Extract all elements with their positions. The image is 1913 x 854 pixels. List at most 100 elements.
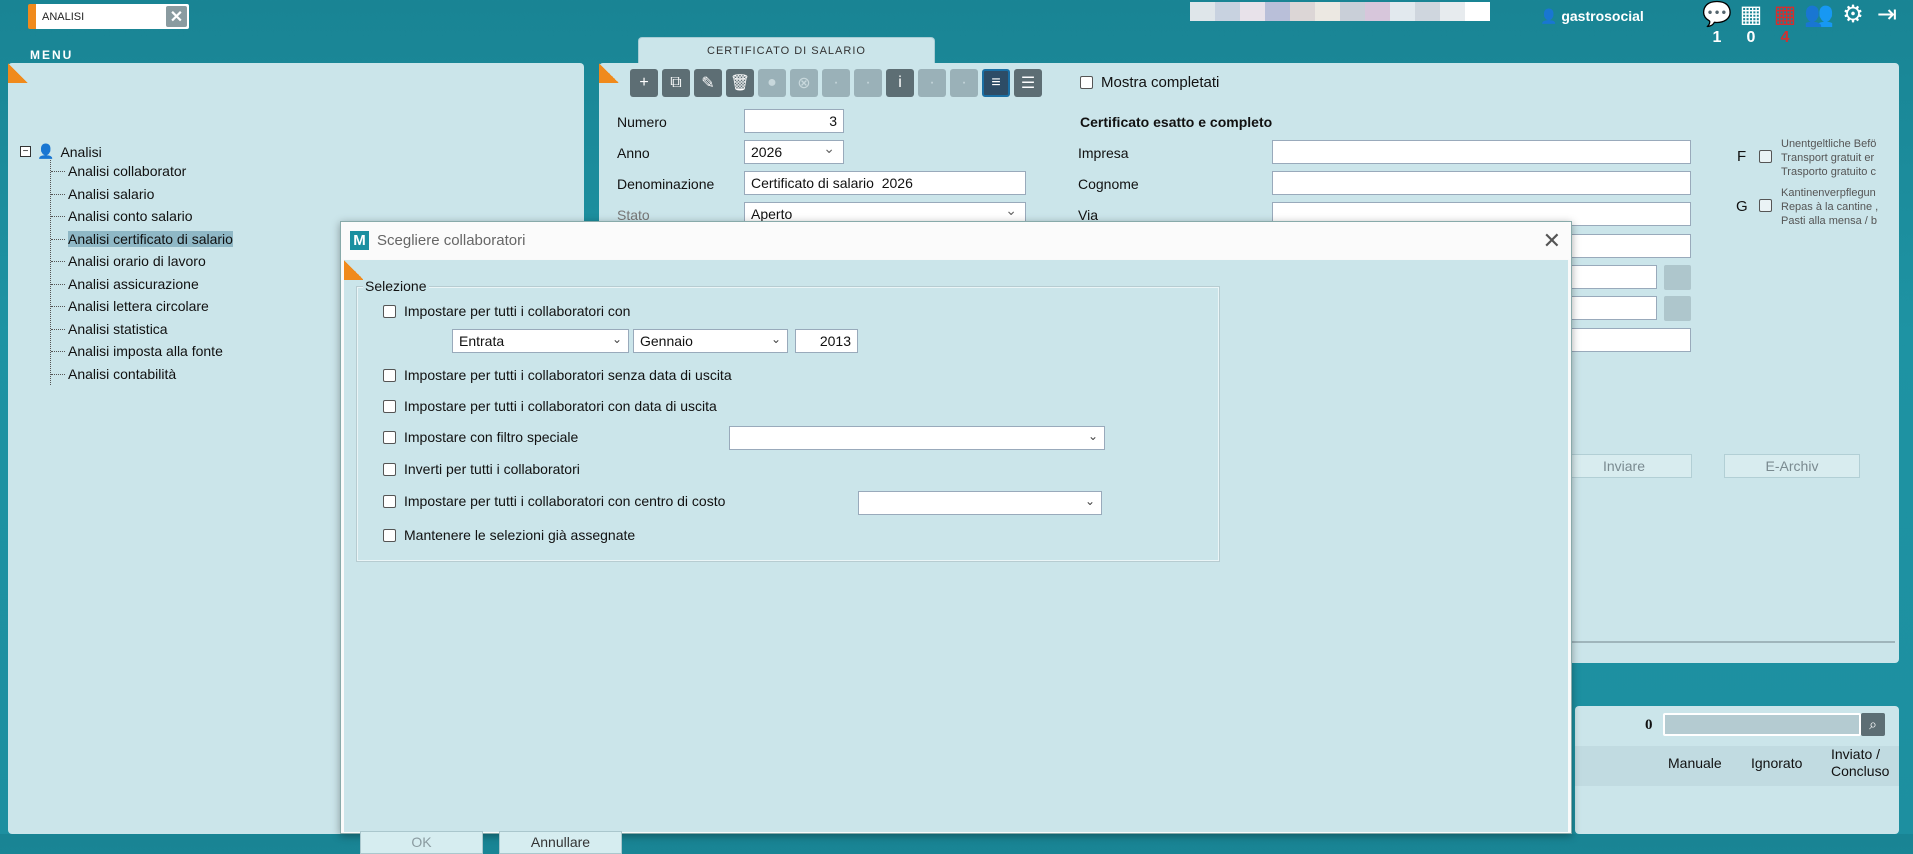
- option-all-with-checkbox[interactable]: [383, 304, 396, 318]
- f-checkbox[interactable]: [1759, 150, 1772, 163]
- tree-item-label: Analisi imposta alla fonte: [68, 343, 223, 359]
- group-icon: 👥: [1804, 1, 1834, 28]
- g-checkbox[interactable]: [1759, 199, 1772, 212]
- calendar-count: 0: [1746, 29, 1756, 46]
- close-icon[interactable]: ✕: [166, 6, 187, 27]
- panel-corner-marker: [599, 63, 619, 83]
- module-search-tab[interactable]: ANALISI ✕: [28, 4, 189, 29]
- tab-certificato[interactable]: CERTIFICATO DI SALARIO: [638, 37, 935, 63]
- tree-root-label: Analisi: [60, 143, 102, 160]
- check-icon[interactable]: ●: [758, 69, 786, 97]
- delete-icon[interactable]: 🗑: [726, 69, 754, 97]
- option-special-filter[interactable]: Impostare con filtro speciale: [383, 429, 578, 445]
- tree-root[interactable]: − 👤 Analisi: [20, 143, 233, 160]
- earchiv-button[interactable]: E-Archiv: [1724, 454, 1860, 478]
- anno-select[interactable]: 2026: [744, 140, 844, 164]
- blurred-info: [1190, 2, 1490, 21]
- g-text-line: Pasti alla mensa / b: [1781, 215, 1877, 227]
- option-invert-checkbox[interactable]: [383, 462, 396, 476]
- logout-icon-button[interactable]: ⇥: [1870, 0, 1904, 48]
- panel-corner-marker: [344, 260, 364, 280]
- calendar-alert-icon-button[interactable]: ▦ 4: [1768, 0, 1802, 48]
- option-invert-label: Inverti per tutti i collaboratori: [404, 461, 580, 477]
- list-search-input[interactable]: [1663, 713, 1861, 736]
- f-label: F: [1737, 148, 1747, 165]
- selection-legend: Selezione: [363, 278, 429, 294]
- denominazione-field[interactable]: Certificato di salario 2026: [744, 171, 1026, 195]
- tree-item[interactable]: Analisi imposta alla fonte: [51, 340, 233, 363]
- tree-item[interactable]: Analisi orario di lavoro: [51, 250, 233, 273]
- option-special-filter-checkbox[interactable]: [383, 430, 396, 444]
- cancel-icon[interactable]: ⊗: [790, 69, 818, 97]
- tree-item[interactable]: Analisi collaborator: [51, 160, 233, 183]
- calendar-icon-button[interactable]: ▦ 0: [1734, 0, 1768, 48]
- dialog-titlebar[interactable]: M Scegliere collaboratori ✕: [341, 222, 1571, 259]
- result-count: 0: [1645, 717, 1653, 733]
- lookup-icon[interactable]: [1664, 265, 1691, 290]
- tree-item[interactable]: Analisi assicurazione: [51, 273, 233, 296]
- month-select[interactable]: Gennaio ⌄: [633, 329, 788, 353]
- collapse-icon[interactable]: −: [20, 146, 31, 157]
- copy-icon[interactable]: ⧉: [662, 69, 690, 97]
- action-icon[interactable]: ·: [918, 69, 946, 97]
- option-keep-selection-checkbox[interactable]: [383, 528, 396, 542]
- entry-type-select[interactable]: Entrata ⌄: [452, 329, 629, 353]
- user-name: gastrosocial: [1561, 8, 1644, 24]
- menu-label: MENU: [30, 48, 74, 62]
- year-field[interactable]: 2013: [795, 329, 858, 353]
- inviare-button[interactable]: Inviare: [1556, 454, 1692, 478]
- numero-field[interactable]: 3: [744, 109, 844, 133]
- next-icon[interactable]: ·: [854, 69, 882, 97]
- chevron-down-icon: ⌄: [611, 332, 622, 346]
- tree-item[interactable]: Analisi conto salario: [51, 205, 233, 228]
- impresa-field[interactable]: [1272, 140, 1691, 164]
- info-icon[interactable]: i: [886, 69, 914, 97]
- g-text-line: Repas à la cantine ,: [1781, 201, 1879, 213]
- option-with-exit[interactable]: Impostare per tutti i collaboratori con …: [383, 398, 717, 414]
- option-no-exit[interactable]: Impostare per tutti i collaboratori senz…: [383, 367, 732, 383]
- complete-heading: Certificato esatto e completo: [1080, 114, 1273, 130]
- show-completed-checkbox[interactable]: [1080, 76, 1093, 89]
- option-cost-center[interactable]: Impostare per tutti i collaboratori con …: [383, 493, 725, 509]
- cancel-button[interactable]: Annullare: [499, 831, 622, 854]
- lookup2-icon[interactable]: [1664, 296, 1691, 321]
- option-no-exit-checkbox[interactable]: [383, 368, 396, 382]
- cost-center-select[interactable]: ⌄: [858, 491, 1102, 515]
- form-toolbar: + ⧉ ✎ 🗑 ● ⊗ · · i · · ≡ ☰: [630, 69, 1042, 97]
- option-keep-selection[interactable]: Mantenere le selezioni già assegnate: [383, 527, 635, 543]
- tree-item[interactable]: Analisi salario: [51, 183, 233, 206]
- tree-item[interactable]: Analisi lettera circolare: [51, 295, 233, 318]
- close-icon[interactable]: ✕: [1543, 228, 1561, 254]
- gear-icon-button[interactable]: ⚙: [1836, 0, 1870, 48]
- option-invert[interactable]: Inverti per tutti i collaboratori: [383, 461, 580, 477]
- chat-icon-button[interactable]: 💬 1: [1700, 0, 1734, 48]
- g-label: G: [1736, 198, 1748, 215]
- user-label[interactable]: 👤 gastrosocial: [1540, 8, 1644, 25]
- impresa-label: Impresa: [1078, 145, 1129, 161]
- module-search-value: ANALISI: [42, 10, 85, 23]
- option-all-with[interactable]: Impostare per tutti i collaboratori con: [383, 303, 630, 319]
- prev-icon[interactable]: ·: [822, 69, 850, 97]
- option-cost-center-label: Impostare per tutti i collaboratori con …: [404, 493, 726, 509]
- edit-icon[interactable]: ✎: [694, 69, 722, 97]
- option-with-exit-checkbox[interactable]: [383, 399, 396, 413]
- option-cost-center-checkbox[interactable]: [383, 494, 396, 508]
- special-filter-select[interactable]: ⌄: [729, 426, 1105, 450]
- action2-icon[interactable]: ·: [950, 69, 978, 97]
- tree-item[interactable]: Analisi statistica: [51, 318, 233, 341]
- list-view-icon[interactable]: ☰: [1014, 69, 1042, 97]
- search-icon[interactable]: ⌕: [1861, 713, 1885, 736]
- calendar-alert-icon: ▦: [1773, 1, 1797, 28]
- option-all-with-label: Impostare per tutti i collaboratori con: [404, 303, 631, 319]
- group-icon-button[interactable]: 👥: [1802, 0, 1836, 48]
- numero-label: Numero: [617, 114, 667, 130]
- show-completed-toggle[interactable]: Mostra completati: [1080, 74, 1219, 91]
- tree-item-selected[interactable]: Analisi certificato di salario: [51, 228, 233, 251]
- tree-item[interactable]: Analisi contabilità: [51, 363, 233, 386]
- cognome-field[interactable]: [1272, 171, 1691, 195]
- f-text-line: Trasporto gratuito c: [1781, 166, 1876, 178]
- detail-view-icon[interactable]: ≡: [982, 69, 1010, 97]
- add-icon[interactable]: +: [630, 69, 658, 97]
- ok-button[interactable]: OK: [360, 831, 483, 854]
- top-icon-bar: 💬 1 ▦ 0 ▦ 4 👥 ⚙ ⇥: [1700, 0, 1904, 48]
